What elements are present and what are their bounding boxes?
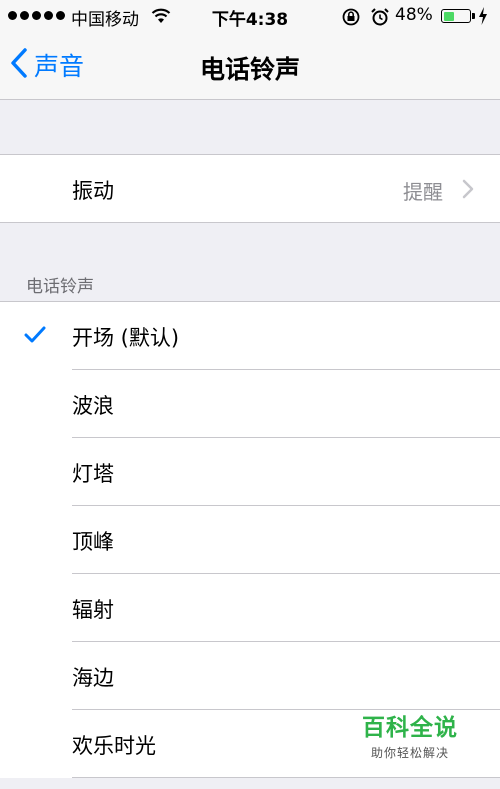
ringtone-label: 灯塔 [72, 462, 114, 486]
ringtone-label: 开场 (默认) [72, 326, 180, 350]
vibration-group: 振动 提醒 [0, 154, 500, 223]
ringtone-row[interactable]: 波浪 [0, 370, 500, 438]
battery-icon [441, 9, 475, 23]
ringtone-row[interactable]: 顶峰 [0, 506, 500, 574]
checkmark-icon [24, 326, 46, 348]
watermark-title: 百科全说 [362, 715, 458, 741]
ringtone-label: 波浪 [72, 394, 114, 418]
ringtone-row[interactable]: 开场 (默认) [0, 302, 500, 370]
ringtone-row[interactable]: 辐射 [0, 574, 500, 642]
ringtone-label: 顶峰 [72, 530, 114, 554]
navigation-bar: 声音 电话铃声 [0, 33, 500, 100]
alarm-clock-icon [370, 7, 390, 31]
ringtone-label: 欢乐时光 [72, 734, 156, 758]
battery-percent: 48% [395, 5, 433, 25]
ringtone-row[interactable]: 灯塔 [0, 438, 500, 506]
chevron-right-icon [462, 179, 474, 203]
vibration-label: 振动 [72, 179, 114, 203]
vibration-row[interactable]: 振动 提醒 [0, 155, 500, 222]
page-title: 电话铃声 [199, 55, 300, 84]
status-bar: 中国移动 下午4:38 48% [0, 0, 500, 33]
ringtone-list: 开场 (默认) 波浪 灯塔 顶峰 辐射 海边 欢乐时光 [0, 301, 500, 778]
watermark-logo: 百科全说 助你轻松解决 [352, 708, 468, 761]
charging-bolt-icon [478, 7, 488, 29]
ringtones-section-header: 电话铃声 [26, 277, 94, 297]
ringtone-label: 海边 [72, 666, 114, 690]
ringtone-row[interactable]: 海边 [0, 642, 500, 710]
ringtone-label: 辐射 [72, 598, 114, 622]
watermark-subtitle: 助你轻松解决 [370, 746, 449, 760]
orientation-lock-icon [341, 7, 361, 31]
vibration-value: 提醒 [403, 180, 443, 204]
